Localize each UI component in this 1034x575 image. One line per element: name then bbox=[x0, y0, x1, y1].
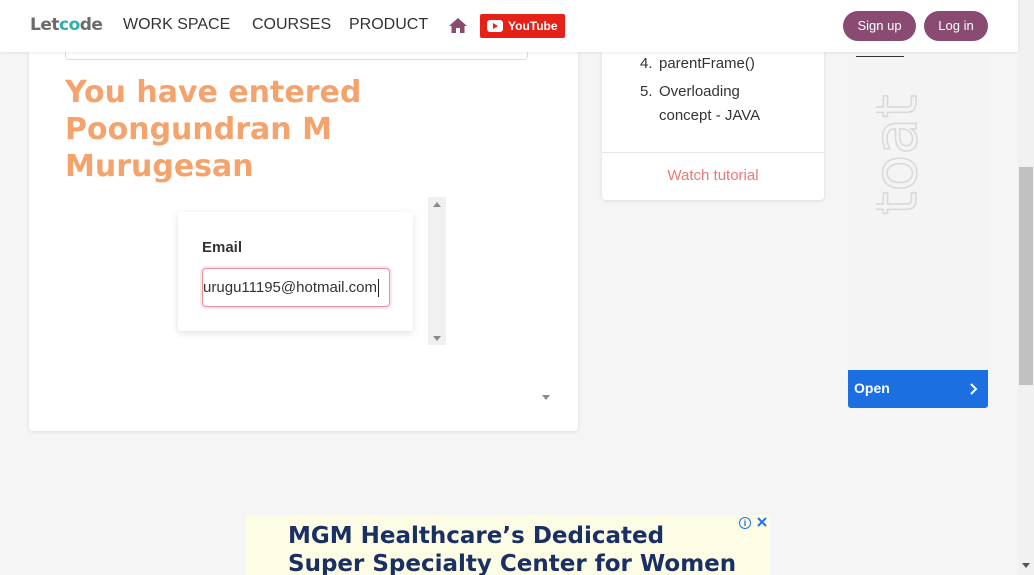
divider bbox=[602, 152, 824, 153]
list-item-number: 4. bbox=[640, 55, 653, 72]
logo-text-prefix: Let bbox=[30, 15, 60, 35]
letcode-logo[interactable]: Letcode bbox=[30, 15, 103, 35]
tutorial-card: 4. parentFrame() 5. Overloading concept … bbox=[602, 30, 824, 200]
ad-open-label: Open bbox=[854, 380, 890, 396]
ad-info-icon[interactable]: i bbox=[739, 517, 751, 529]
list-item: parentFrame() bbox=[659, 55, 755, 72]
bottom-advertisement[interactable]: MGM Healthcare’s Dedicated Super Special… bbox=[246, 515, 770, 575]
logo-text-suffix: de bbox=[79, 15, 103, 35]
close-icon[interactable] bbox=[755, 515, 769, 529]
email-field[interactable]: poongundranmurugu11195@hotmail.com bbox=[202, 268, 390, 307]
signup-button[interactable]: Sign up bbox=[843, 11, 916, 41]
youtube-label: YouTube bbox=[508, 19, 558, 33]
email-field-value: poongundranmurugu11195@hotmail.com bbox=[203, 269, 389, 306]
login-button[interactable]: Log in bbox=[924, 11, 988, 41]
nav-workspace-link[interactable]: WORK SPACE bbox=[123, 16, 230, 34]
list-item-number: 5. bbox=[640, 83, 653, 100]
page-scroll-down-arrow-icon[interactable] bbox=[1022, 563, 1030, 568]
ad-vertical-text-glyphs: toat bbox=[876, 94, 931, 215]
ad-open-button[interactable]: Open bbox=[848, 370, 988, 408]
bottom-ad-headline: MGM Healthcare’s Dedicated Super Special… bbox=[288, 523, 737, 575]
list-item: Overloading concept - JAVA bbox=[659, 83, 761, 124]
youtube-button[interactable]: YouTube bbox=[480, 14, 565, 38]
nav-product-link[interactable]: PRODUCT bbox=[349, 16, 428, 34]
home-icon[interactable] bbox=[448, 17, 468, 34]
top-navbar: Letcode WORK SPACE COURSES PRODUCT YouTu… bbox=[0, 0, 1018, 52]
email-label: Email bbox=[202, 239, 243, 256]
iframe-scroll-up-arrow-icon[interactable] bbox=[433, 202, 441, 207]
iframe-scroll-down-arrow-icon[interactable] bbox=[433, 336, 441, 341]
page-scrollbar-thumb[interactable] bbox=[1019, 167, 1033, 385]
email-card: Email poongundranmurugu11195@hotmail.com bbox=[178, 212, 413, 331]
logo-text-o: o bbox=[68, 15, 81, 35]
watch-tutorial-link[interactable]: Watch tutorial bbox=[602, 167, 824, 184]
chevron-right-icon bbox=[970, 383, 978, 395]
ad-vertical-text-svg: toat bbox=[876, 94, 932, 216]
iframe-scrollbar[interactable] bbox=[428, 197, 446, 345]
nav-courses-link[interactable]: COURSES bbox=[252, 16, 331, 34]
scroll-down-arrow-icon[interactable] bbox=[542, 395, 550, 400]
youtube-play-icon bbox=[487, 20, 503, 32]
card-scrollbar[interactable] bbox=[538, 30, 554, 408]
ad-vertical-text: toat bbox=[876, 45, 986, 225]
logo-text-accent: c bbox=[59, 15, 69, 35]
entered-name-message: You have entered Poongundran M Murugesan bbox=[65, 75, 362, 184]
